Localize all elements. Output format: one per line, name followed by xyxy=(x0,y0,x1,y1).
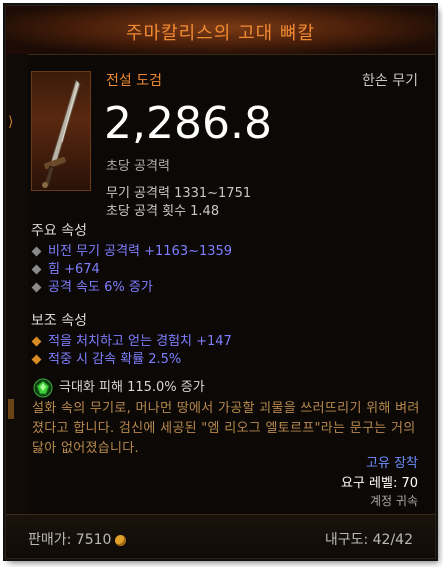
dps-label: 초당 공격력 xyxy=(106,159,170,174)
secondary-title: 보조 속성 xyxy=(31,313,87,329)
item-icon xyxy=(31,71,91,191)
emerald-gem-icon xyxy=(33,378,53,397)
bullet-icon xyxy=(31,336,42,347)
sell-price: 판매가: 7510 xyxy=(28,529,127,549)
tooltip-footer: 판매가: 7510 내구도: 42/42 xyxy=(6,514,435,558)
durability: 내구도: 42/42 xyxy=(324,532,413,548)
background-glyph: ⟩ xyxy=(8,114,14,130)
bullet-icon xyxy=(31,264,42,275)
dps-value: 2,286.8 xyxy=(104,98,272,149)
item-name: 주마칼리스의 고대 뼈칼 xyxy=(125,23,316,44)
item-rarity: 전설 도검 xyxy=(106,73,162,89)
primary-prop: 공격 속도 6% 증가 xyxy=(31,276,153,295)
item-slot: 한손 무기 xyxy=(362,73,418,89)
dagger-icon xyxy=(42,79,81,188)
required-level: 요구 레벨: 70 xyxy=(340,476,418,491)
legendary-gem: 극대화 피해 115.0% 증가 xyxy=(33,376,205,398)
tooltip-header: 주마칼리스의 고대 뼈칼 xyxy=(6,6,435,55)
secondary-prop: 적중 시 감속 확률 2.5% xyxy=(31,348,181,367)
attack-speed: 초당 공격 횟수 1.48 xyxy=(106,204,220,219)
bullet-icon xyxy=(31,282,42,293)
secondary-prop: 적을 처치하고 얻는 경험치 +147 xyxy=(31,330,232,349)
primary-title: 주요 속성 xyxy=(31,223,87,239)
item-tooltip: 주마칼리스의 고대 뼈칼 ⟩ 전설 도검 한손 무기 2,286.8 초당 공격… xyxy=(5,5,436,559)
background-strip: ⟩ xyxy=(6,54,28,558)
unique-equipped: 고유 장착 xyxy=(366,456,418,471)
weapon-damage: 무기 공격력 1331~1751 xyxy=(106,186,252,201)
bullet-icon xyxy=(31,246,42,257)
primary-prop: 비전 무기 공격력 +1163~1359 xyxy=(31,240,232,259)
bullet-icon xyxy=(31,354,42,365)
gold-coin-icon xyxy=(115,534,127,546)
tooltip-body: 전설 도검 한손 무기 2,286.8 초당 공격력 무기 공격력 1331~1… xyxy=(28,54,430,512)
account-bound: 계정 귀속 xyxy=(370,494,418,508)
flavor-text: 설화 속의 무기로, 머나먼 땅에서 가공할 괴물을 쓰러뜨리기 위해 벼려졌다… xyxy=(32,401,420,456)
background-glint xyxy=(8,399,14,419)
primary-prop: 힘 +674 xyxy=(31,258,100,277)
